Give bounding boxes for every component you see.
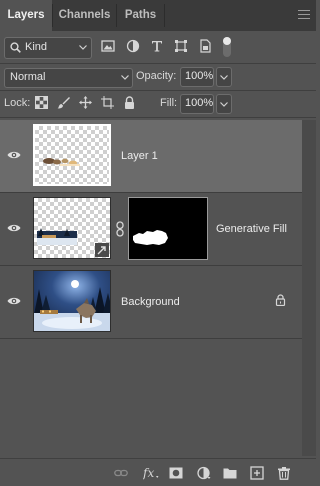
panel-tab-bar: Layers Channels Paths — [0, 0, 316, 31]
fill-label: Fill: — [160, 97, 178, 109]
search-icon — [10, 42, 21, 53]
chevron-down-icon — [121, 75, 129, 80]
lock-transparent-pixels-icon[interactable] — [35, 96, 48, 109]
new-group-folder-icon[interactable] — [223, 466, 237, 480]
new-layer-icon[interactable] — [250, 466, 264, 480]
chevron-down-icon — [220, 75, 228, 80]
lock-position-move-icon[interactable] — [79, 96, 92, 109]
add-layer-mask-icon[interactable] — [169, 466, 183, 480]
lock-image-pixels-brush-icon[interactable] — [57, 96, 70, 109]
tab-paths[interactable]: Paths — [117, 0, 164, 31]
opacity-value: 100% — [185, 70, 214, 82]
new-adjustment-layer-icon[interactable] — [197, 466, 211, 480]
layer-name: Generative Fill — [216, 223, 287, 235]
divider — [0, 90, 316, 91]
fill-dropdown-button[interactable] — [216, 94, 232, 114]
blend-mode-value: Normal — [10, 71, 46, 83]
layer-name: Layer 1 — [121, 150, 158, 162]
layer-lock-icon[interactable] — [275, 294, 286, 306]
smart-object-badge-icon — [95, 243, 109, 257]
panel-menu-icon[interactable] — [298, 10, 310, 20]
blend-mode-dropdown[interactable]: Normal — [4, 68, 133, 88]
layer-row-layer-1[interactable]: Layer 1 — [0, 120, 302, 192]
delete-layer-trash-icon[interactable] — [277, 466, 291, 480]
divider — [0, 63, 316, 64]
divider — [0, 338, 302, 339]
shape-filter-icon[interactable] — [174, 39, 188, 53]
layer-name: Background — [121, 296, 180, 308]
filter-kind-label: Kind — [25, 41, 48, 53]
svg-text:fx: fx — [143, 466, 154, 480]
layer-style-fx-icon[interactable]: fx — [143, 466, 159, 480]
divider — [0, 117, 316, 118]
tab-divider — [164, 4, 165, 27]
filter-kind-dropdown[interactable]: Kind — [4, 37, 92, 59]
tab-channels[interactable]: Channels — [53, 0, 116, 31]
fill-value: 100% — [185, 97, 214, 109]
layer-row-background[interactable]: Background — [0, 266, 302, 338]
layers-bottom-toolbar: fx — [0, 458, 316, 486]
mask-link-chain-icon[interactable] — [116, 221, 124, 237]
opacity-input[interactable]: 100% — [180, 67, 214, 87]
lock-label: Lock: — [4, 97, 31, 109]
lock-artboard-icon[interactable] — [101, 96, 114, 109]
chevron-down-icon — [79, 45, 87, 50]
chevron-down-icon — [220, 102, 228, 107]
tab-layers[interactable]: Layers — [0, 0, 52, 31]
filter-toggle-switch[interactable] — [223, 37, 231, 57]
lock-all-icon[interactable] — [123, 96, 136, 109]
visibility-eye-icon[interactable] — [7, 150, 21, 160]
image-filter-icon[interactable] — [101, 39, 115, 53]
layer-mask-thumbnail[interactable] — [128, 197, 208, 260]
layer-filter-row: Kind — [0, 31, 316, 63]
layer-thumbnail[interactable] — [33, 270, 111, 332]
visibility-eye-icon[interactable] — [7, 296, 21, 306]
smart-object-filter-icon[interactable] — [198, 39, 212, 53]
layer-thumbnail[interactable] — [33, 124, 111, 186]
layer-thumbnail[interactable] — [33, 197, 111, 259]
link-layers-icon[interactable] — [114, 466, 128, 480]
layer-row-generative-fill[interactable]: Generative Fill — [0, 193, 302, 265]
visibility-eye-icon[interactable] — [7, 223, 21, 233]
adjustment-filter-icon[interactable] — [126, 39, 140, 53]
opacity-label: Opacity: — [136, 70, 177, 82]
type-filter-icon[interactable] — [150, 39, 164, 53]
layers-scrollbar[interactable] — [302, 120, 316, 456]
fill-input[interactable]: 100% — [180, 94, 214, 114]
opacity-dropdown-button[interactable] — [216, 67, 232, 87]
